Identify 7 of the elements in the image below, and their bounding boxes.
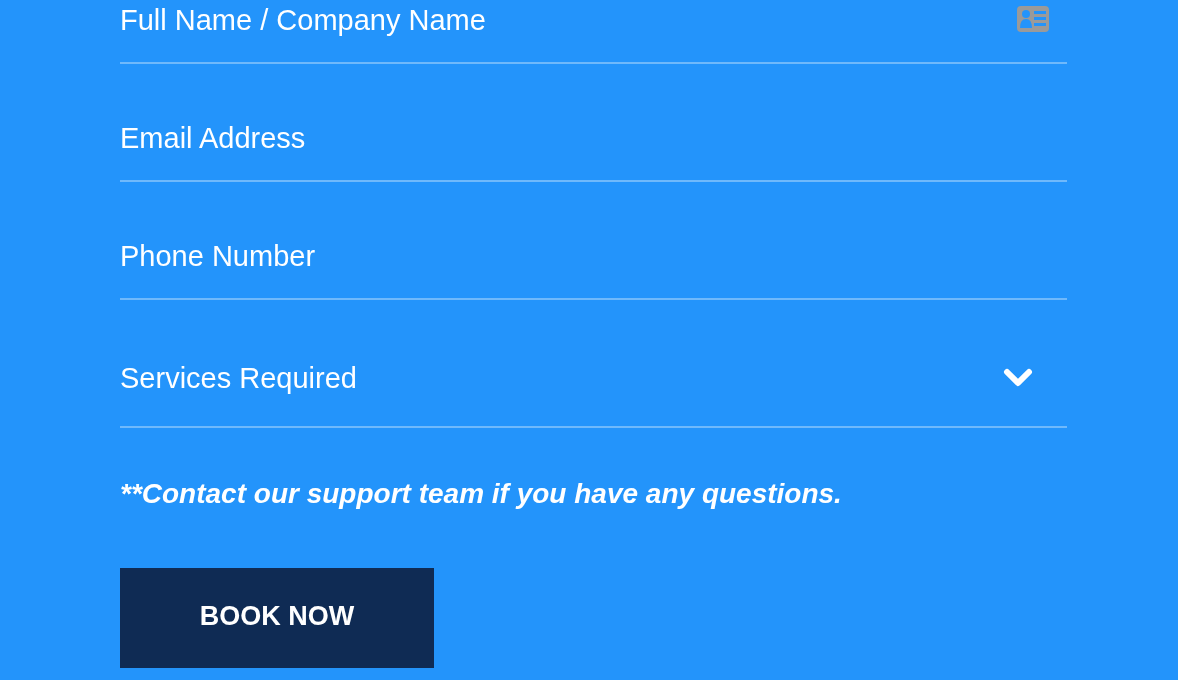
book-now-button[interactable]: BOOK NOW — [120, 568, 434, 668]
support-note: **Contact our support team if you have any questions. — [120, 478, 843, 510]
text-field[interactable]: Email Address — [120, 118, 1067, 158]
chevron-down-icon — [1003, 367, 1033, 389]
contact-card-icon — [1017, 6, 1049, 32]
text-field[interactable]: Phone Number — [120, 236, 1067, 276]
text-field[interactable]: Full Name / Company Name — [120, 0, 1017, 40]
